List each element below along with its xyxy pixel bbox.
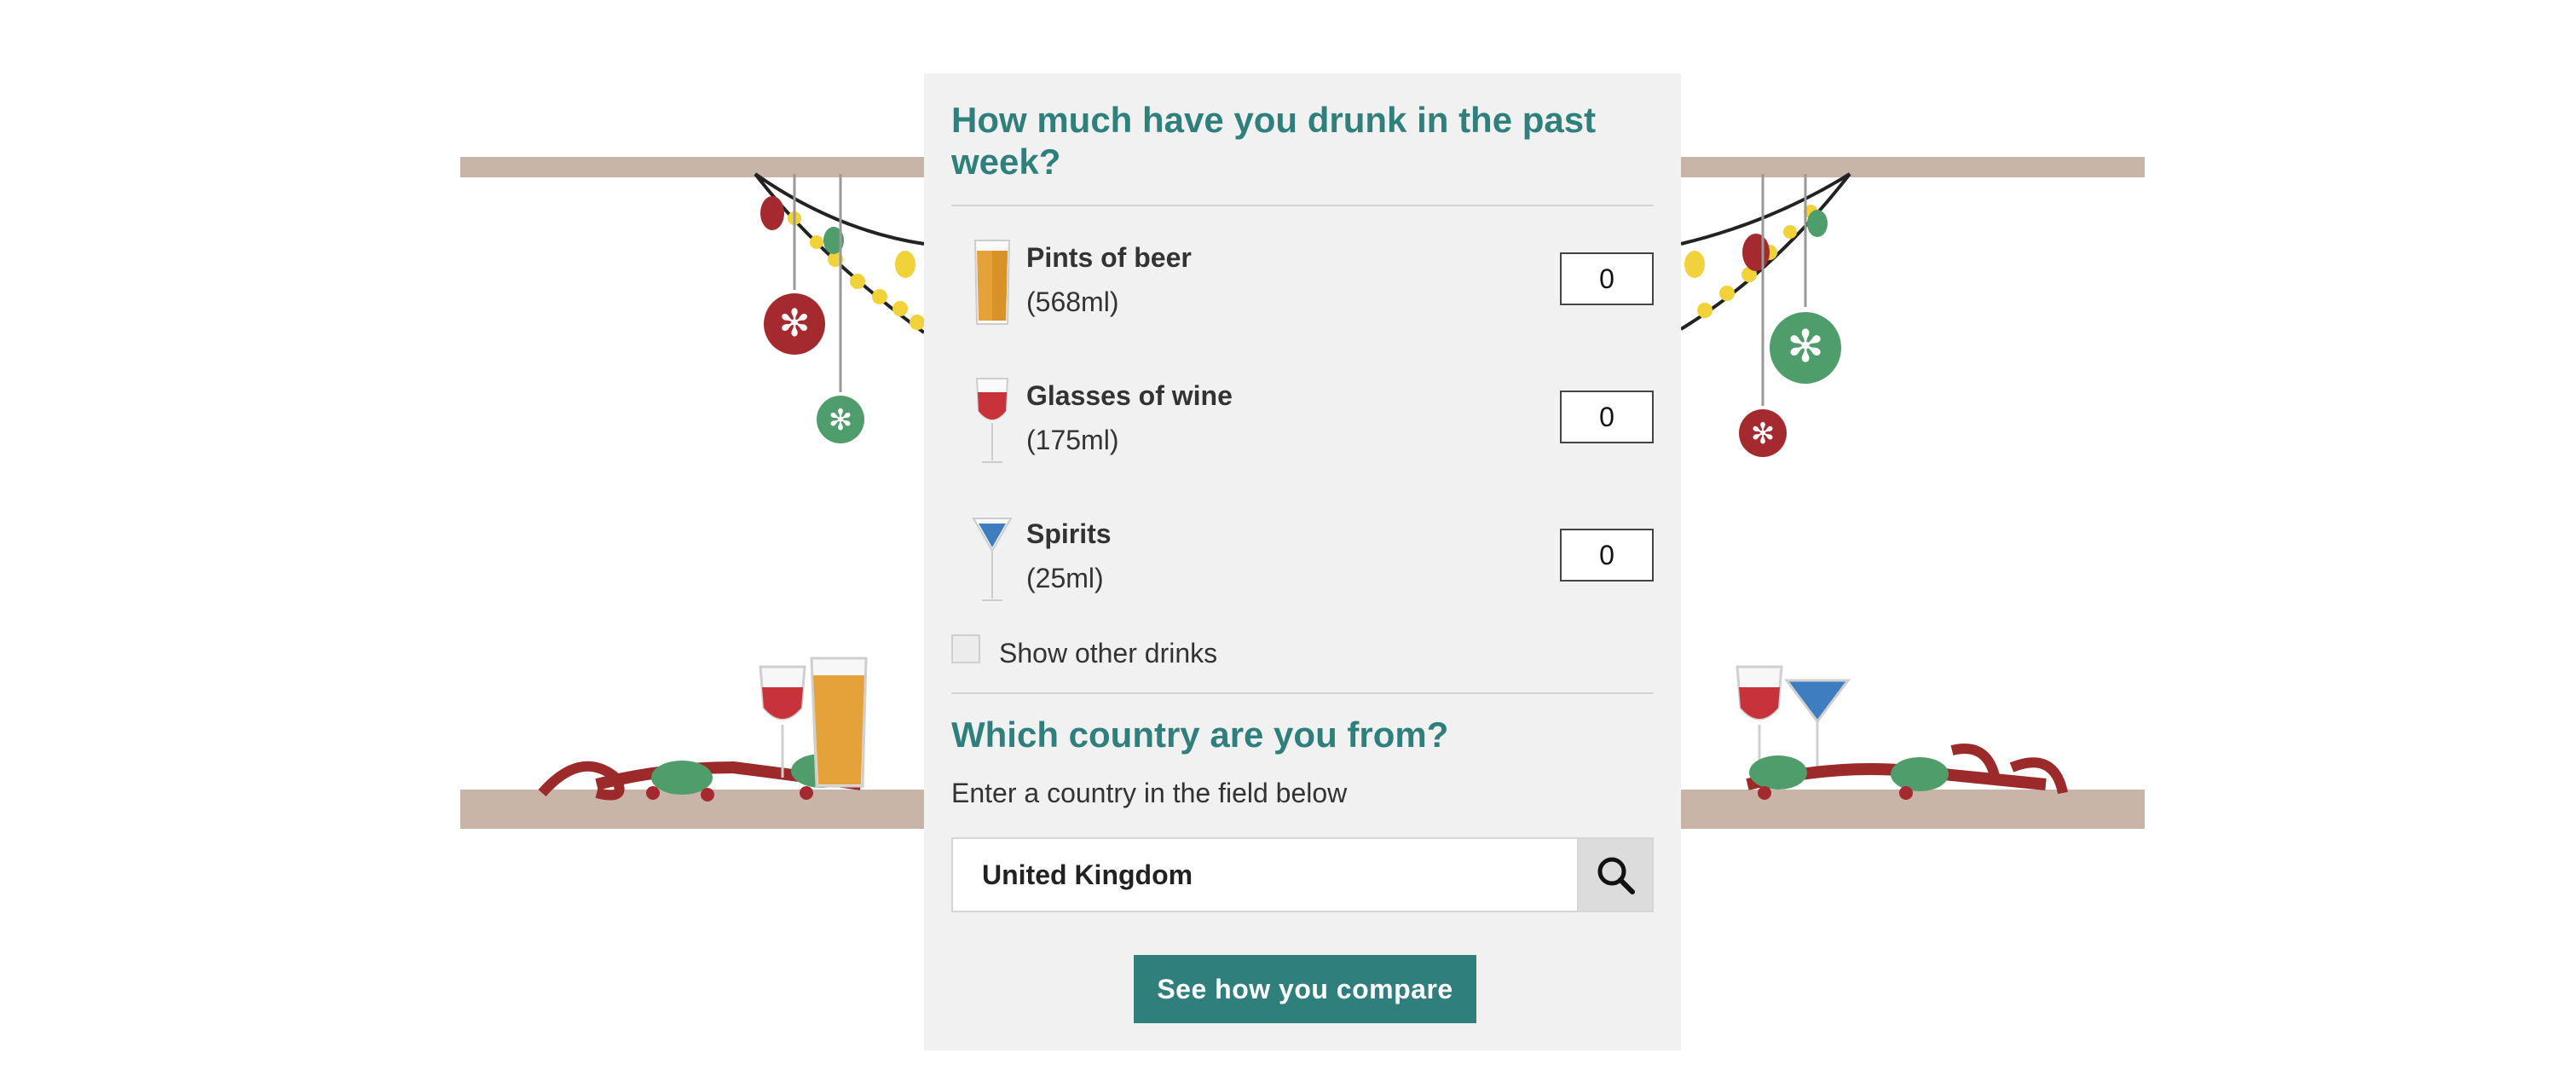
show-other-drinks-label[interactable]: Show other drinks (999, 638, 1217, 669)
bottom-shelf-right (1681, 790, 2145, 829)
see-how-you-compare-button[interactable]: See how you compare (1134, 955, 1476, 1023)
question-title: How much have you drunk in the past week… (951, 100, 1597, 182)
beer-quantity-input[interactable] (1560, 252, 1654, 305)
wine-glass-icon (975, 378, 1009, 463)
drink-row-beer: Pints of beer (568ml) (951, 239, 1654, 333)
drink-calculator-panel: How much have you drunk in the past week… (924, 73, 1681, 1050)
drink-row-wine: Glasses of wine (175ml) (951, 377, 1654, 471)
bottom-shelf-left (460, 790, 924, 829)
top-shelf-left (460, 157, 924, 177)
drink-name-spirits: Spirits (1026, 518, 1112, 549)
top-shelf-right (1681, 157, 2145, 177)
country-title: Which country are you from? (951, 715, 1449, 755)
country-input[interactable] (951, 837, 1579, 912)
country-hint: Enter a country in the field below (951, 778, 1348, 808)
drink-size-beer: (568ml) (1026, 286, 1119, 317)
country-search-button[interactable] (1579, 837, 1654, 912)
svg-text:✻: ✻ (1787, 321, 1824, 373)
divider (951, 692, 1654, 694)
drink-size-spirits: (25ml) (1026, 563, 1104, 593)
string-lights-right (1679, 172, 1851, 331)
show-other-drinks-checkbox[interactable] (951, 634, 980, 663)
beer-glass-left (810, 657, 868, 788)
drink-row-spirits: Spirits (25ml) (951, 515, 1654, 609)
drink-name-wine: Glasses of wine (1026, 380, 1233, 411)
spirits-quantity-input[interactable] (1560, 529, 1654, 582)
cocktail-glass-icon (972, 518, 1013, 601)
divider (951, 205, 1654, 206)
bauble-right-red: ✻ (1739, 174, 1787, 457)
wine-quantity-input[interactable] (1560, 391, 1654, 443)
svg-text:✻: ✻ (829, 403, 853, 437)
drink-name-beer: Pints of beer (1026, 242, 1192, 273)
bauble-right-green: ✻ (1770, 174, 1841, 384)
svg-text:✻: ✻ (779, 302, 811, 345)
beer-glass-icon (973, 240, 1011, 325)
search-icon (1597, 857, 1635, 894)
drink-size-wine: (175ml) (1026, 425, 1119, 455)
svg-text:✻: ✻ (1751, 417, 1776, 451)
